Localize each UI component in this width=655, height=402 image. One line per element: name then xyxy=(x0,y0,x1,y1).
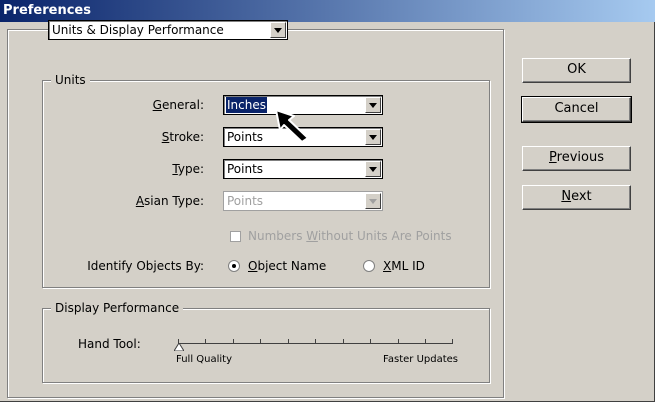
numbers-without-units-checkbox xyxy=(230,231,241,242)
radio-selected-dot xyxy=(232,264,236,268)
type-units-select[interactable]: Points xyxy=(223,159,383,179)
ok-button[interactable]: OK xyxy=(522,58,631,83)
object-name-label[interactable]: Object Name xyxy=(248,258,326,274)
ok-button-label: OK xyxy=(567,62,586,77)
title-bar: Preferences xyxy=(0,0,655,22)
hand-tool-slider[interactable]: Full Quality Faster Updates xyxy=(174,331,458,371)
section-select-value: Units & Display Performance xyxy=(52,23,224,37)
numbers-without-units-label: Numbers Without Units Are Points xyxy=(248,229,452,243)
preferences-dialog: Preferences Units & Display Performance … xyxy=(0,0,655,402)
slider-tick xyxy=(205,339,206,343)
slider-tick xyxy=(425,339,426,343)
settings-panel: Units & Display Performance Units Genera… xyxy=(7,20,504,398)
general-units-value: Inches xyxy=(226,97,267,113)
object-name-radio[interactable] xyxy=(228,260,240,272)
slider-thumb-icon[interactable] xyxy=(174,343,184,351)
slider-track xyxy=(178,343,453,344)
asian-type-label: Asian Type: xyxy=(135,194,204,208)
units-group: Units General: Inches Stroke: Points Typ… xyxy=(42,72,490,288)
identify-objects-label: Identify Objects By: xyxy=(87,259,204,273)
asian-type-units-value: Points xyxy=(227,194,264,208)
slider-max-label: Faster Updates xyxy=(383,354,458,365)
slider-tick xyxy=(370,339,371,343)
type-label: Type: xyxy=(172,162,204,176)
xml-id-radio[interactable] xyxy=(363,260,375,272)
units-legend: Units xyxy=(51,72,90,88)
type-units-value: Points xyxy=(227,162,264,176)
chevron-down-icon xyxy=(365,193,381,209)
cancel-button[interactable]: Cancel xyxy=(521,96,632,123)
chevron-down-icon[interactable] xyxy=(365,97,381,113)
slider-tick xyxy=(343,339,344,343)
next-button-label: Next xyxy=(561,189,592,204)
hand-tool-label: Hand Tool: xyxy=(78,337,141,351)
slider-min-label: Full Quality xyxy=(176,354,233,365)
stroke-label: Stroke: xyxy=(161,130,204,144)
xml-id-label[interactable]: XML ID xyxy=(383,258,425,274)
stroke-units-value: Points xyxy=(227,130,264,144)
display-performance-legend: Display Performance xyxy=(51,300,184,316)
chevron-down-icon[interactable] xyxy=(365,161,381,177)
chevron-down-icon[interactable] xyxy=(270,22,286,38)
previous-button-label: Previous xyxy=(549,150,604,165)
cancel-button-label: Cancel xyxy=(554,101,599,116)
chevron-down-icon[interactable] xyxy=(365,129,381,145)
previous-button[interactable]: Previous xyxy=(522,146,631,171)
mouse-pointer-icon xyxy=(275,109,309,143)
slider-tick xyxy=(260,339,261,343)
slider-tick xyxy=(452,339,453,343)
asian-type-units-select: Points xyxy=(223,191,383,211)
general-label: General: xyxy=(152,98,204,112)
section-select[interactable]: Units & Display Performance xyxy=(48,20,288,40)
slider-tick xyxy=(288,339,289,343)
slider-tick xyxy=(315,339,316,343)
window-title: Preferences xyxy=(3,3,91,18)
slider-tick xyxy=(233,339,234,343)
slider-tick xyxy=(398,339,399,343)
next-button[interactable]: Next xyxy=(522,185,631,210)
display-performance-group: Display Performance Hand Tool: Full Qual… xyxy=(42,300,490,383)
